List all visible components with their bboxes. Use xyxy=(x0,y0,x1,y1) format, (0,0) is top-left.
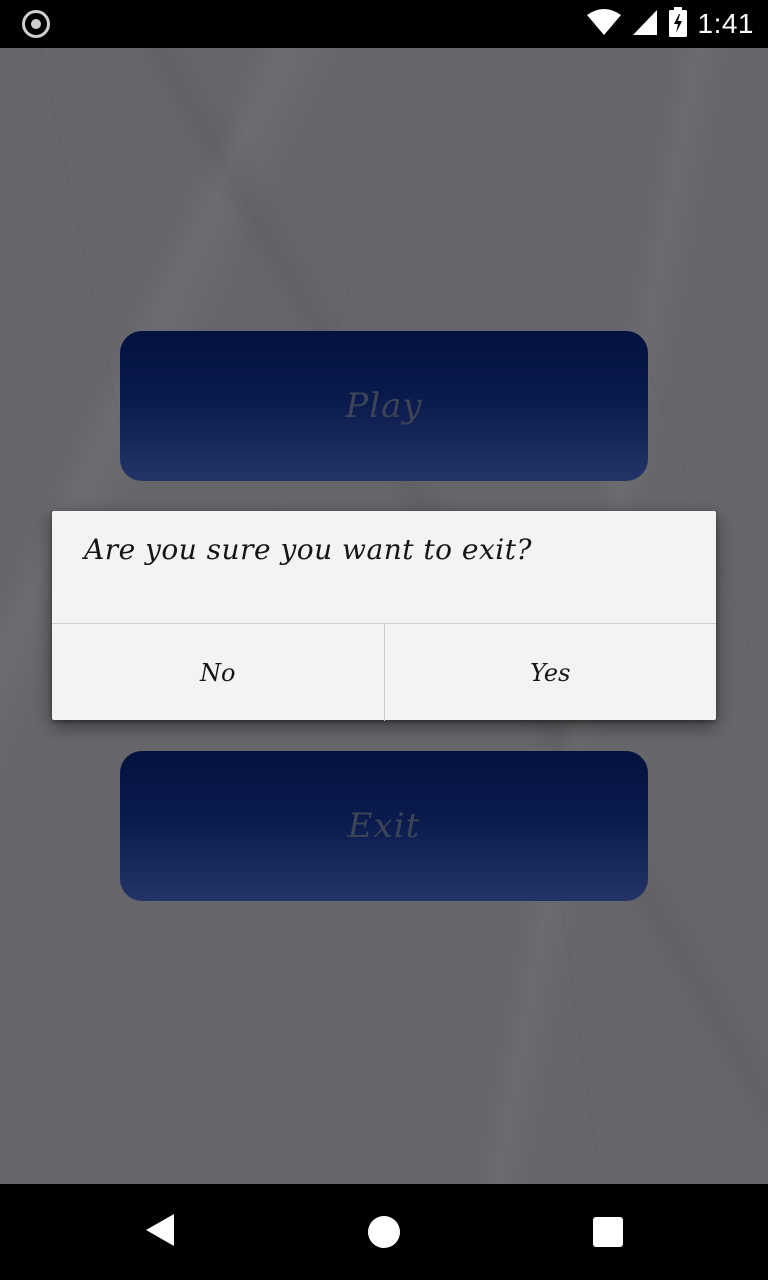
no-button[interactable]: No xyxy=(52,624,385,721)
status-time: 1:41 xyxy=(697,8,754,39)
exit-button[interactable]: Exit xyxy=(120,751,648,901)
recents-button[interactable] xyxy=(574,1198,642,1266)
yes-button[interactable]: Yes xyxy=(385,624,717,721)
marble-vein xyxy=(40,47,125,440)
signal-icon xyxy=(632,8,658,40)
home-button[interactable] xyxy=(350,1198,418,1266)
home-icon xyxy=(368,1216,400,1248)
back-icon xyxy=(144,1213,176,1251)
dialog-button-row: No Yes xyxy=(52,623,716,721)
exit-button-label: Exit xyxy=(347,806,421,846)
dialog-message: Are you sure you want to exit? xyxy=(84,533,532,566)
battery-charging-icon xyxy=(668,7,688,41)
record-icon xyxy=(22,10,50,38)
status-icons: 1:41 xyxy=(586,6,755,42)
exit-confirm-dialog: Are you sure you want to exit? No Yes xyxy=(52,511,716,721)
back-button[interactable] xyxy=(126,1198,194,1266)
marble-vein xyxy=(560,897,600,1176)
navigation-bar xyxy=(0,1184,768,1280)
status-bar: 1:41 xyxy=(0,0,768,48)
play-button[interactable]: Play xyxy=(120,331,648,481)
play-button-label: Play xyxy=(345,386,423,426)
wifi-icon xyxy=(586,8,622,40)
recents-icon xyxy=(593,1217,623,1247)
